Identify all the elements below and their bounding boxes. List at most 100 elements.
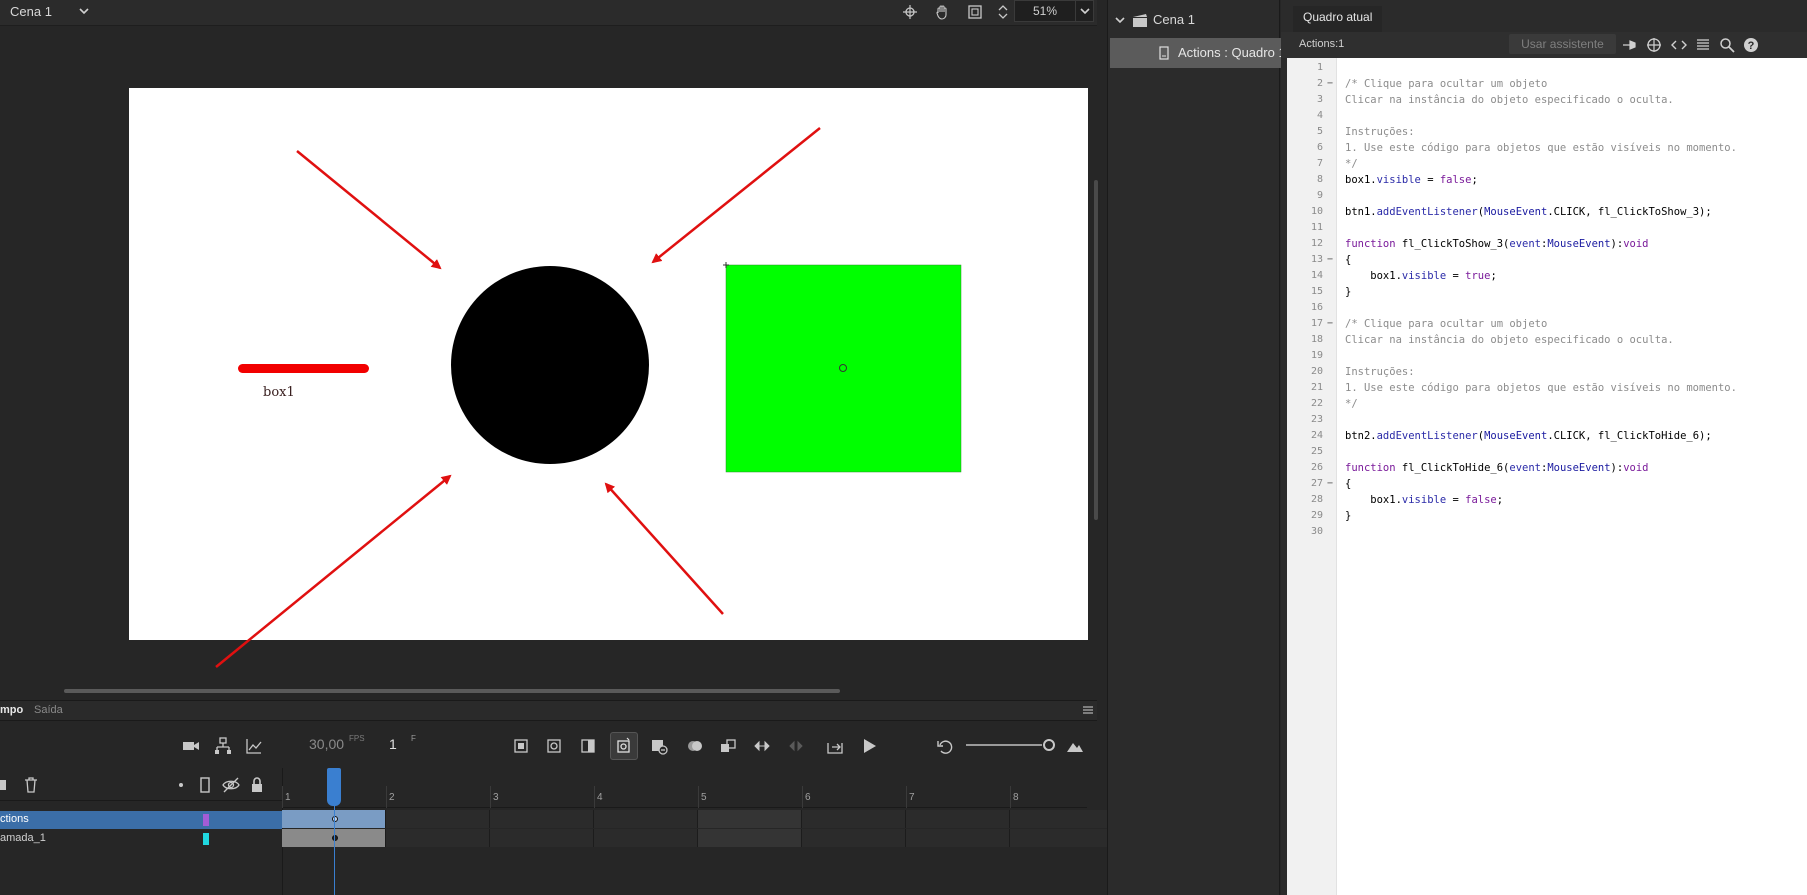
layer-actions[interactable]: ctions [0,811,282,829]
code-line[interactable]: 24 btn2.addEventListener(MouseEvent.CLICK… [1287,428,1807,444]
clip-stage-icon[interactable] [965,2,985,22]
code-editor[interactable]: 1 2−/* Clique para ocultar um objeto 3 Clic… [1287,58,1807,895]
hand-tool-icon[interactable] [932,2,952,22]
zoom-field[interactable]: 51% [1014,0,1094,22]
frame-ruler[interactable]: 1 2 3 4 5 6 7 8 [282,786,1087,808]
code-line[interactable]: 25 [1287,444,1807,460]
zoom-mountain-icon[interactable] [1064,735,1086,757]
code-line[interactable]: 5 Instruções: [1287,124,1807,140]
code-line[interactable]: 29} [1287,508,1807,524]
insert-tween-icon[interactable] [648,735,670,757]
zoom-dropdown-button[interactable] [1075,1,1093,21]
frame-cell[interactable] [490,810,594,828]
frame-row-camada-1[interactable] [282,829,1114,847]
stage-horizontal-scrollbar[interactable] [64,689,840,693]
format-code-icon[interactable] [1693,35,1713,55]
onion-skin-icon[interactable] [684,735,706,757]
code-line[interactable]: 3 Clicar na instância do objeto especific… [1287,92,1807,108]
fold-toggle-icon[interactable]: − [1327,476,1333,492]
code-line[interactable]: 12 function fl_ClickToShow_3(event:MouseE… [1287,236,1807,252]
loop-playback-icon[interactable] [751,735,773,757]
new-layer-icon[interactable] [0,774,18,796]
play-icon[interactable] [858,735,880,757]
keyframe-dot[interactable] [332,835,338,841]
code-line[interactable]: 16 [1287,300,1807,316]
use-assistant-button[interactable]: Usar assistente [1509,34,1616,54]
code-line[interactable]: 9 [1287,188,1807,204]
insert-keyframe-icon[interactable] [510,735,532,757]
timeline-zoom-slider-knob[interactable] [1043,739,1055,751]
code-line[interactable]: 18 Clicar na instância do objeto especifi… [1287,332,1807,348]
code-line[interactable]: 19 [1287,348,1807,364]
zoom-stepper-icon[interactable] [993,2,1013,22]
code-line[interactable]: 10 btn1.addEventListener(MouseEvent.CLICK… [1287,204,1807,220]
frame-cell[interactable] [698,829,802,847]
frame-row-actions[interactable] [282,810,1114,828]
visibility-icon[interactable] [220,774,242,796]
trash-icon[interactable] [20,774,42,796]
tab-output[interactable]: Saída [34,704,63,716]
frame-cell[interactable] [698,810,802,828]
code-line[interactable]: 13−{ [1287,252,1807,268]
graph-icon[interactable] [243,735,265,757]
layer-camada-1[interactable]: amada_1 [0,830,282,848]
scene-selector[interactable]: Cena 1 [0,0,98,22]
sync-disabled-icon[interactable] [785,735,807,757]
code-line[interactable]: 20 Instruções: [1287,364,1807,380]
stage-center-icon[interactable] [900,2,920,22]
code-snippets-icon[interactable] [1669,35,1689,55]
frame-cell[interactable] [386,810,490,828]
edit-multiple-frames-icon[interactable] [717,735,739,757]
code-line[interactable]: 1 [1287,60,1807,76]
pin-icon[interactable] [1619,35,1639,55]
camera-icon[interactable] [180,735,202,757]
chevron-down-icon[interactable] [1114,14,1126,26]
code-line[interactable]: 2−/* Clique para ocultar um objeto [1287,76,1807,92]
scene-tree-item[interactable]: Cena 1 [1108,8,1281,32]
frame-cell[interactable] [490,829,594,847]
fps-value[interactable]: 30,00 [309,736,344,752]
frame-cell[interactable] [594,810,698,828]
frame-cell[interactable] [1010,810,1114,828]
search-icon[interactable] [1717,35,1737,55]
code-line[interactable]: 17−/* Clique para ocultar um objeto [1287,316,1807,332]
fold-toggle-icon[interactable]: − [1327,76,1333,92]
current-frame-value[interactable]: 1 [389,736,397,752]
highlight-dot-icon[interactable] [170,774,192,796]
code-line[interactable]: 4 [1287,108,1807,124]
timeline-zoom-slider[interactable] [966,744,1042,746]
frame-cell[interactable] [594,829,698,847]
lock-icon[interactable] [246,774,268,796]
insert-frame-icon[interactable] [577,735,599,757]
code-line[interactable]: 28 box1.visible = false; [1287,492,1807,508]
actions-frame-item[interactable]: Actions : Quadro 1 [1110,38,1286,68]
code-line[interactable]: 27−{ [1287,476,1807,492]
export-icon[interactable] [824,735,846,757]
tab-current-frame[interactable]: Quadro atual [1293,6,1383,32]
code-line[interactable]: 23 [1287,412,1807,428]
playhead[interactable] [327,768,341,806]
code-line[interactable]: 6 1. Use este código para objetos que est… [1287,140,1807,156]
tab-timeline[interactable]: mpo [0,704,23,716]
fold-toggle-icon[interactable]: − [1327,316,1333,332]
layer-color-swatch[interactable] [203,833,209,845]
code-line[interactable]: 21 1. Use este código para objetos que es… [1287,380,1807,396]
code-line[interactable]: 22 */ [1287,396,1807,412]
auto-keyframe-toggle[interactable] [610,732,638,760]
stage-canvas[interactable] [129,88,1088,640]
code-line[interactable]: 11 [1287,220,1807,236]
code-line[interactable]: 26 function fl_ClickToHide_6(event:MouseE… [1287,460,1807,476]
code-line[interactable]: 14 box1.visible = true; [1287,268,1807,284]
help-icon[interactable]: ? [1741,35,1761,55]
panel-menu-icon[interactable] [1083,705,1093,715]
code-line[interactable]: 7 */ [1287,156,1807,172]
undo-icon[interactable] [934,735,956,757]
code-line[interactable]: 15} [1287,284,1807,300]
outline-icon[interactable] [194,774,216,796]
frame-cell[interactable] [802,810,906,828]
layer-color-swatch[interactable] [203,814,209,826]
insert-blank-keyframe-icon[interactable] [543,735,565,757]
keyframe-dot[interactable] [332,816,338,822]
layer-parenting-icon[interactable] [212,735,234,757]
frame-cell[interactable] [802,829,906,847]
